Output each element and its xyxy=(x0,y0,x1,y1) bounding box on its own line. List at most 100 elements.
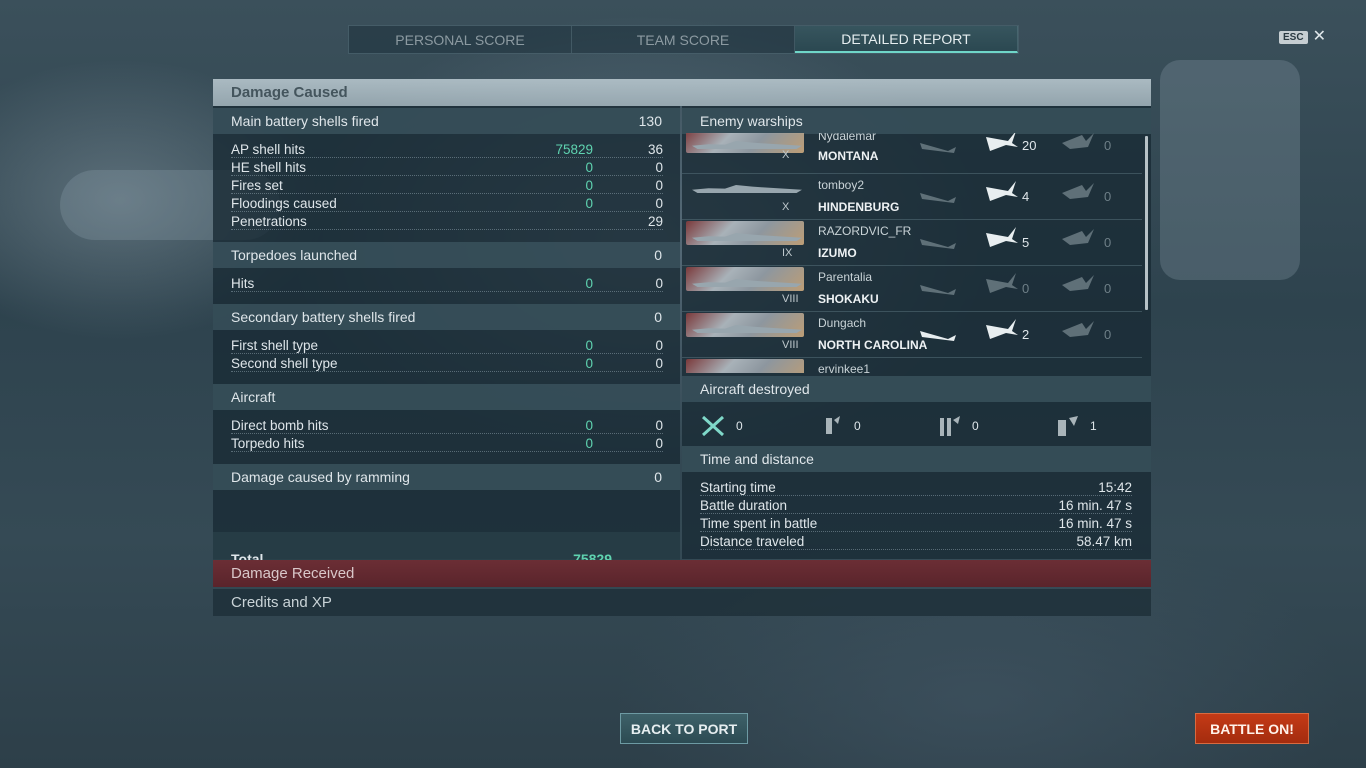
player-name: RAZORDVIC_FR xyxy=(818,224,912,238)
torpedoes-value: 0 xyxy=(654,247,662,263)
background-iceberg xyxy=(1160,60,1300,280)
player-name: Parentalia xyxy=(818,270,873,284)
enemy-ship-row[interactable]: VIII Dungach NORTH CAROLINA 2 0 xyxy=(682,311,1142,358)
stat-count: 36 xyxy=(647,142,663,157)
aircraft-destroyed-header: Aircraft destroyed xyxy=(682,376,1151,402)
back-to-port-button[interactable]: BACK TO PORT xyxy=(620,713,748,744)
secondary-value: 0 xyxy=(654,309,662,325)
enemy-ship-row[interactable]: X Nydalemar MONTANA 20 0 xyxy=(682,133,1142,174)
stat-value: 15:42 xyxy=(1098,480,1132,495)
stat-count: 0 xyxy=(655,196,663,211)
ship-name: IZUMO xyxy=(818,246,857,260)
close-button[interactable]: ESC ✕ xyxy=(1279,28,1326,45)
stat-value: 58.47 km xyxy=(1076,534,1132,549)
stat-label: Direct bomb hits xyxy=(231,418,329,433)
main-battery-hits-icon xyxy=(986,319,1018,339)
time-distance-title: Time and distance xyxy=(700,451,814,467)
ship-tier: IX xyxy=(782,247,793,259)
stat-row-aircraft-torpedo-hits: Torpedo hits 0 0 xyxy=(231,433,663,452)
main-battery-value: 130 xyxy=(638,113,662,129)
stat-label: Floodings caused xyxy=(231,196,337,211)
stat-count: 0 xyxy=(655,178,663,193)
stat-damage: 0 xyxy=(585,196,593,211)
stat-count: 0 xyxy=(655,276,663,291)
stat-label: AP shell hits xyxy=(231,142,306,157)
ram-icon xyxy=(920,285,956,295)
stat-count: 0 xyxy=(655,418,663,433)
ship-name: MONTANA xyxy=(818,149,879,163)
battle-on-button[interactable]: BATTLE ON! xyxy=(1195,713,1309,744)
aircraft-bomber-stat: 0 xyxy=(818,414,861,438)
torpedo-count: 0 xyxy=(1104,327,1112,342)
ship-portrait xyxy=(686,221,804,245)
stat-damage: 0 xyxy=(585,178,593,193)
enemy-ship-row[interactable]: ervinkee1 xyxy=(682,357,1142,373)
main-battery-header: Main battery shells fired 130 xyxy=(213,108,680,134)
close-icon: ✕ xyxy=(1312,28,1326,45)
damage-received-section[interactable]: Damage Received xyxy=(213,560,1151,587)
enemy-ship-row[interactable]: X tomboy2 HINDENBURG 4 0 xyxy=(682,173,1142,220)
bomber-icon xyxy=(826,416,840,434)
torpedo-bomber-icon xyxy=(940,416,960,436)
torpedo-count: 0 xyxy=(1104,138,1112,153)
main-battery-hits-icon xyxy=(986,133,1018,151)
stat-damage: 75829 xyxy=(555,142,593,157)
report-panel: Damage Caused Main battery shells fired … xyxy=(213,79,1151,617)
torpedo-count: 0 xyxy=(1104,281,1112,296)
aircraft-count: 0 xyxy=(972,419,979,433)
ship-portrait xyxy=(686,359,804,373)
hit-count: 0 xyxy=(1022,281,1030,296)
main-battery-hits-icon xyxy=(986,181,1018,201)
torpedo-count: 0 xyxy=(1104,235,1112,250)
enemy-and-time-panel: Enemy warships X Nydalemar MONTANA 20 0 … xyxy=(682,106,1151,559)
stat-row-second-shell: Second shell type 0 0 xyxy=(231,353,663,372)
aircraft-header: Aircraft xyxy=(213,384,680,410)
aircraft-destroyed-row: 0 0 0 1 xyxy=(682,412,1151,450)
stat-label: Starting time xyxy=(700,480,776,495)
stat-damage: 0 xyxy=(585,356,593,371)
enemy-ship-row[interactable]: IX RAZORDVIC_FR IZUMO 5 0 xyxy=(682,219,1142,266)
secondary-label: Secondary battery shells fired xyxy=(231,309,416,325)
hit-count: 4 xyxy=(1022,189,1030,204)
stat-row-penetrations: Penetrations 29 xyxy=(231,211,663,230)
enemy-ship-list[interactable]: X Nydalemar MONTANA 20 0 X tomboy2 HINDE… xyxy=(682,133,1151,373)
main-battery-label: Main battery shells fired xyxy=(231,113,379,129)
main-battery-hits-icon xyxy=(986,273,1018,293)
player-name: tomboy2 xyxy=(818,178,865,192)
damage-caused-header[interactable]: Damage Caused xyxy=(213,79,1151,106)
tab-bar: PERSONAL SCORE TEAM SCORE DETAILED REPOR… xyxy=(348,25,1019,54)
aircraft-count: 1 xyxy=(1090,419,1097,433)
stat-count: 0 xyxy=(655,436,663,451)
time-distance-header: Time and distance xyxy=(682,446,1151,472)
stat-damage: 0 xyxy=(585,338,593,353)
ram-icon xyxy=(920,239,956,249)
ship-name: SHOKAKU xyxy=(818,292,879,306)
stat-row-floodings: Floodings caused 0 0 xyxy=(231,193,663,212)
hit-count: 2 xyxy=(1022,327,1030,342)
ramming-header: Damage caused by ramming 0 xyxy=(213,464,680,490)
stat-value: 16 min. 47 s xyxy=(1058,498,1132,513)
tab-detailed-report[interactable]: DETAILED REPORT xyxy=(795,26,1018,53)
ship-tier: X xyxy=(782,201,790,213)
credits-xp-section[interactable]: Credits and XP xyxy=(213,589,1151,616)
enemy-list-scrollbar[interactable] xyxy=(1145,136,1148,310)
stat-row-fires: Fires set 0 0 xyxy=(231,175,663,194)
stat-row-he: HE shell hits 0 0 xyxy=(231,157,663,176)
tab-personal-score[interactable]: PERSONAL SCORE xyxy=(349,26,572,53)
stat-count: 0 xyxy=(655,356,663,371)
torpedo-hits-icon xyxy=(1062,229,1094,245)
torpedoes-label: Torpedoes launched xyxy=(231,247,358,263)
tab-team-score[interactable]: TEAM SCORE xyxy=(572,26,795,53)
aircraft-count: 0 xyxy=(854,419,861,433)
stat-row-battle-duration: Battle duration 16 min. 47 s xyxy=(700,495,1132,514)
enemy-warships-header: Enemy warships xyxy=(682,108,1151,134)
torpedo-hits-icon xyxy=(1062,275,1094,291)
hit-count: 20 xyxy=(1022,138,1037,153)
aircraft-dive-bomber-stat: 1 xyxy=(1054,414,1097,438)
torpedo-count: 0 xyxy=(1104,189,1112,204)
torpedoes-header: Torpedoes launched 0 xyxy=(213,242,680,268)
enemy-ship-row[interactable]: VIII Parentalia SHOKAKU 0 0 xyxy=(682,265,1142,312)
torpedo-hits-icon xyxy=(1062,321,1094,337)
stat-row-distance: Distance traveled 58.47 km xyxy=(700,531,1132,550)
hit-count: 5 xyxy=(1022,235,1030,250)
